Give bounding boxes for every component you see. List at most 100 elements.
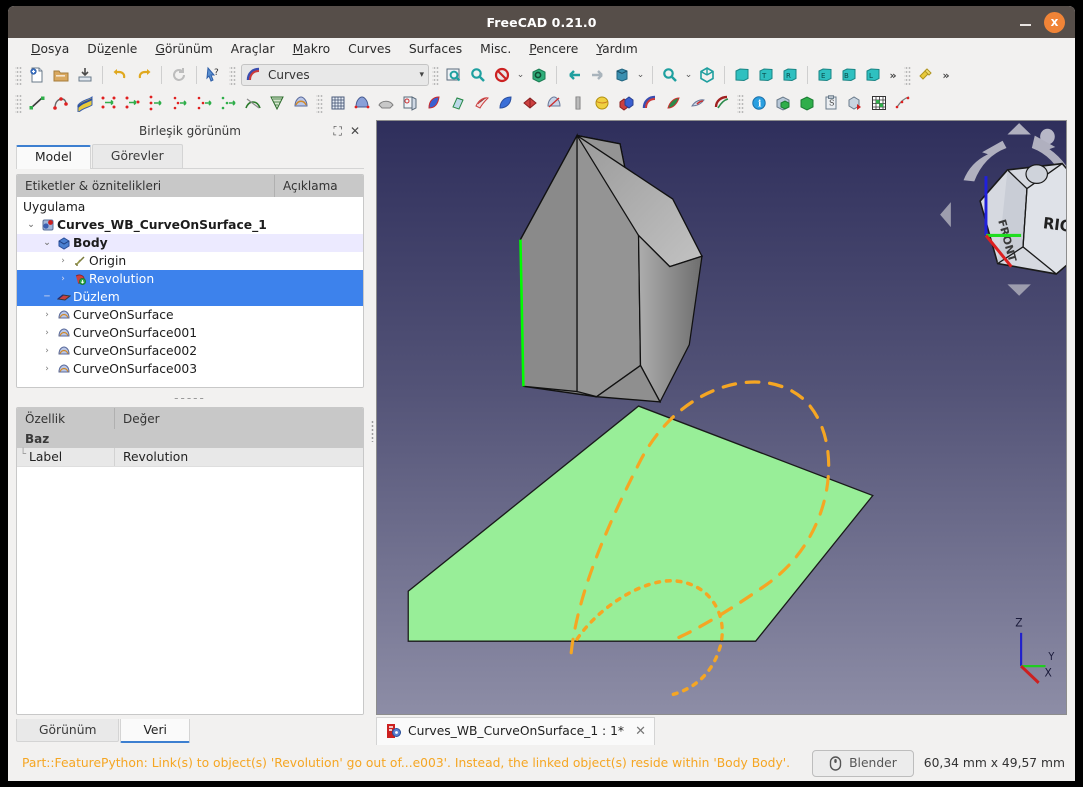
surface-analysis-icon[interactable] [686,91,710,115]
bspline-icon[interactable] [49,91,73,115]
tree-item-curveonsurface001[interactable]: › CurveOnSurface001 [17,324,363,342]
close-panel-icon[interactable]: ✕ [350,125,360,137]
menu-surfaces[interactable]: Surfaces [400,40,471,58]
menu-pencere[interactable]: Pencere [520,40,587,58]
expander-icon[interactable]: ⌄ [23,220,39,230]
menu-duzenle[interactable]: Düzenle [78,40,146,58]
toolbar-overflow-button-2[interactable]: » [938,69,954,82]
refresh-icon[interactable] [167,63,191,87]
3d-viewport[interactable]: RIGHT FRONT Z Y X [376,120,1067,715]
menu-gorunum[interactable]: Görünüm [146,40,221,58]
join-curve-icon[interactable] [97,91,121,115]
ruled-surface-icon[interactable] [422,91,446,115]
tree-item-body[interactable]: ⌄ Body [17,234,363,252]
macro-icon[interactable] [914,63,938,87]
toolbar-grip[interactable] [737,93,744,113]
sections-icon[interactable] [374,91,398,115]
boolean-icon[interactable] [614,91,638,115]
menu-araclar[interactable]: Araçlar [222,40,284,58]
expander-icon[interactable]: › [39,364,55,374]
tree-item-revolution[interactable]: › Revolution [17,270,363,288]
discretize-icon[interactable] [145,91,169,115]
save-document-icon[interactable] [73,63,97,87]
surface-extend-icon[interactable] [73,91,97,115]
forward-arrow-icon[interactable] [586,63,610,87]
tree-column-description[interactable]: Açıklama [275,175,363,197]
workbench-selector[interactable]: Curves ▾ [241,64,429,86]
float-panel-icon[interactable]: ⛶ [334,125,342,137]
toolbar-grip[interactable] [229,65,236,85]
close-button[interactable]: x [1044,11,1065,33]
zoom-icon[interactable] [658,63,682,87]
expander-icon[interactable]: › [39,346,55,356]
interpolate-icon[interactable] [193,91,217,115]
property-row-label[interactable]: Label Revolution [17,448,363,467]
curve-on-surface-icon[interactable] [289,91,313,115]
profile-support-icon[interactable] [566,91,590,115]
toolbar-grip[interactable] [904,65,911,85]
isocurve-icon[interactable] [265,91,289,115]
document-tab[interactable]: Curves_WB_CurveOnSurface_1 : 1* ✕ [376,717,655,747]
rear-view-icon[interactable]: E [813,63,837,87]
chevron-down-icon[interactable]: ⌄ [634,63,647,87]
menu-makro[interactable]: Makro [284,40,340,58]
menu-yardim[interactable]: Yardım [587,40,646,58]
expander-icon[interactable]: › [39,310,55,320]
tab-model[interactable]: Model [16,145,91,169]
fit-all-icon[interactable] [442,63,466,87]
info-icon[interactable]: i [747,91,771,115]
undo-icon[interactable] [108,63,132,87]
property-value[interactable]: Revolution [115,448,363,466]
draw-style-icon[interactable] [490,63,514,87]
surface-grid-icon[interactable] [326,91,350,115]
menu-curves[interactable]: Curves [339,40,400,58]
point-cloud-icon[interactable] [891,91,915,115]
expander-icon[interactable]: › [39,328,55,338]
curves-wb-icon[interactable] [638,91,662,115]
toolbar-grip[interactable] [432,65,439,85]
toolbar-grip[interactable] [316,93,323,113]
surface-trim-icon[interactable] [542,91,566,115]
bezier-curve-icon[interactable] [662,91,686,115]
sweep-icon[interactable] [470,91,494,115]
tree-item-curveonsurface003[interactable]: › CurveOnSurface003 [17,360,363,378]
gordon-surface-icon[interactable] [494,91,518,115]
axonometric-icon[interactable] [527,63,551,87]
line-icon[interactable] [25,91,49,115]
tree-item-duzlem[interactable]: ─ Düzlem [17,288,363,306]
tab-gorevler[interactable]: Görevler [91,144,183,168]
expander-icon[interactable]: › [55,274,71,284]
expander-icon[interactable]: › [55,256,71,266]
clipboard-icon[interactable]: S [819,91,843,115]
property-column-value[interactable]: Değer [115,408,363,429]
blend-curve-icon[interactable] [241,91,265,115]
toolbar-overflow-button[interactable]: » [885,69,901,82]
toolbar-grip[interactable] [15,93,22,113]
solid-cube-icon[interactable] [771,91,795,115]
flatten-face-icon[interactable] [518,91,542,115]
grid-icon[interactable] [867,91,891,115]
front-view-icon[interactable] [730,63,754,87]
menu-misc[interactable]: Misc. [471,40,520,58]
right-view-icon[interactable]: R [778,63,802,87]
pipeshell-icon[interactable] [446,91,470,115]
navigation-cube[interactable]: RIGHT FRONT [940,123,1066,296]
back-arrow-icon[interactable] [562,63,586,87]
chevron-down-icon[interactable]: ⌄ [514,63,527,87]
approximate-icon[interactable] [169,91,193,115]
fit-selection-icon[interactable] [466,63,490,87]
menu-dosya[interactable]: DDosyaosya [22,40,78,58]
tree-item-curveonsurface[interactable]: › CurveOnSurface [17,306,363,324]
panel-splitter[interactable]: ----- [16,388,364,407]
close-document-icon[interactable]: ✕ [635,724,646,739]
tree-item-origin[interactable]: › Origin [17,252,363,270]
tree-item-curveonsurface002[interactable]: › CurveOnSurface002 [17,342,363,360]
tree-item-document[interactable]: ⌄ Curves_WB_CurveOnSurface_1 [17,216,363,234]
surface-map-icon[interactable] [398,91,422,115]
tree-item-uygulama[interactable]: Uygulama [17,198,363,216]
zebra-stripes-icon[interactable] [710,91,734,115]
sphere-icon[interactable] [590,91,614,115]
tree-column-labels[interactable]: Etiketler & öznitelikleri [17,175,275,197]
whats-this-icon[interactable]: ? [202,63,226,87]
split-curve-icon[interactable] [121,91,145,115]
